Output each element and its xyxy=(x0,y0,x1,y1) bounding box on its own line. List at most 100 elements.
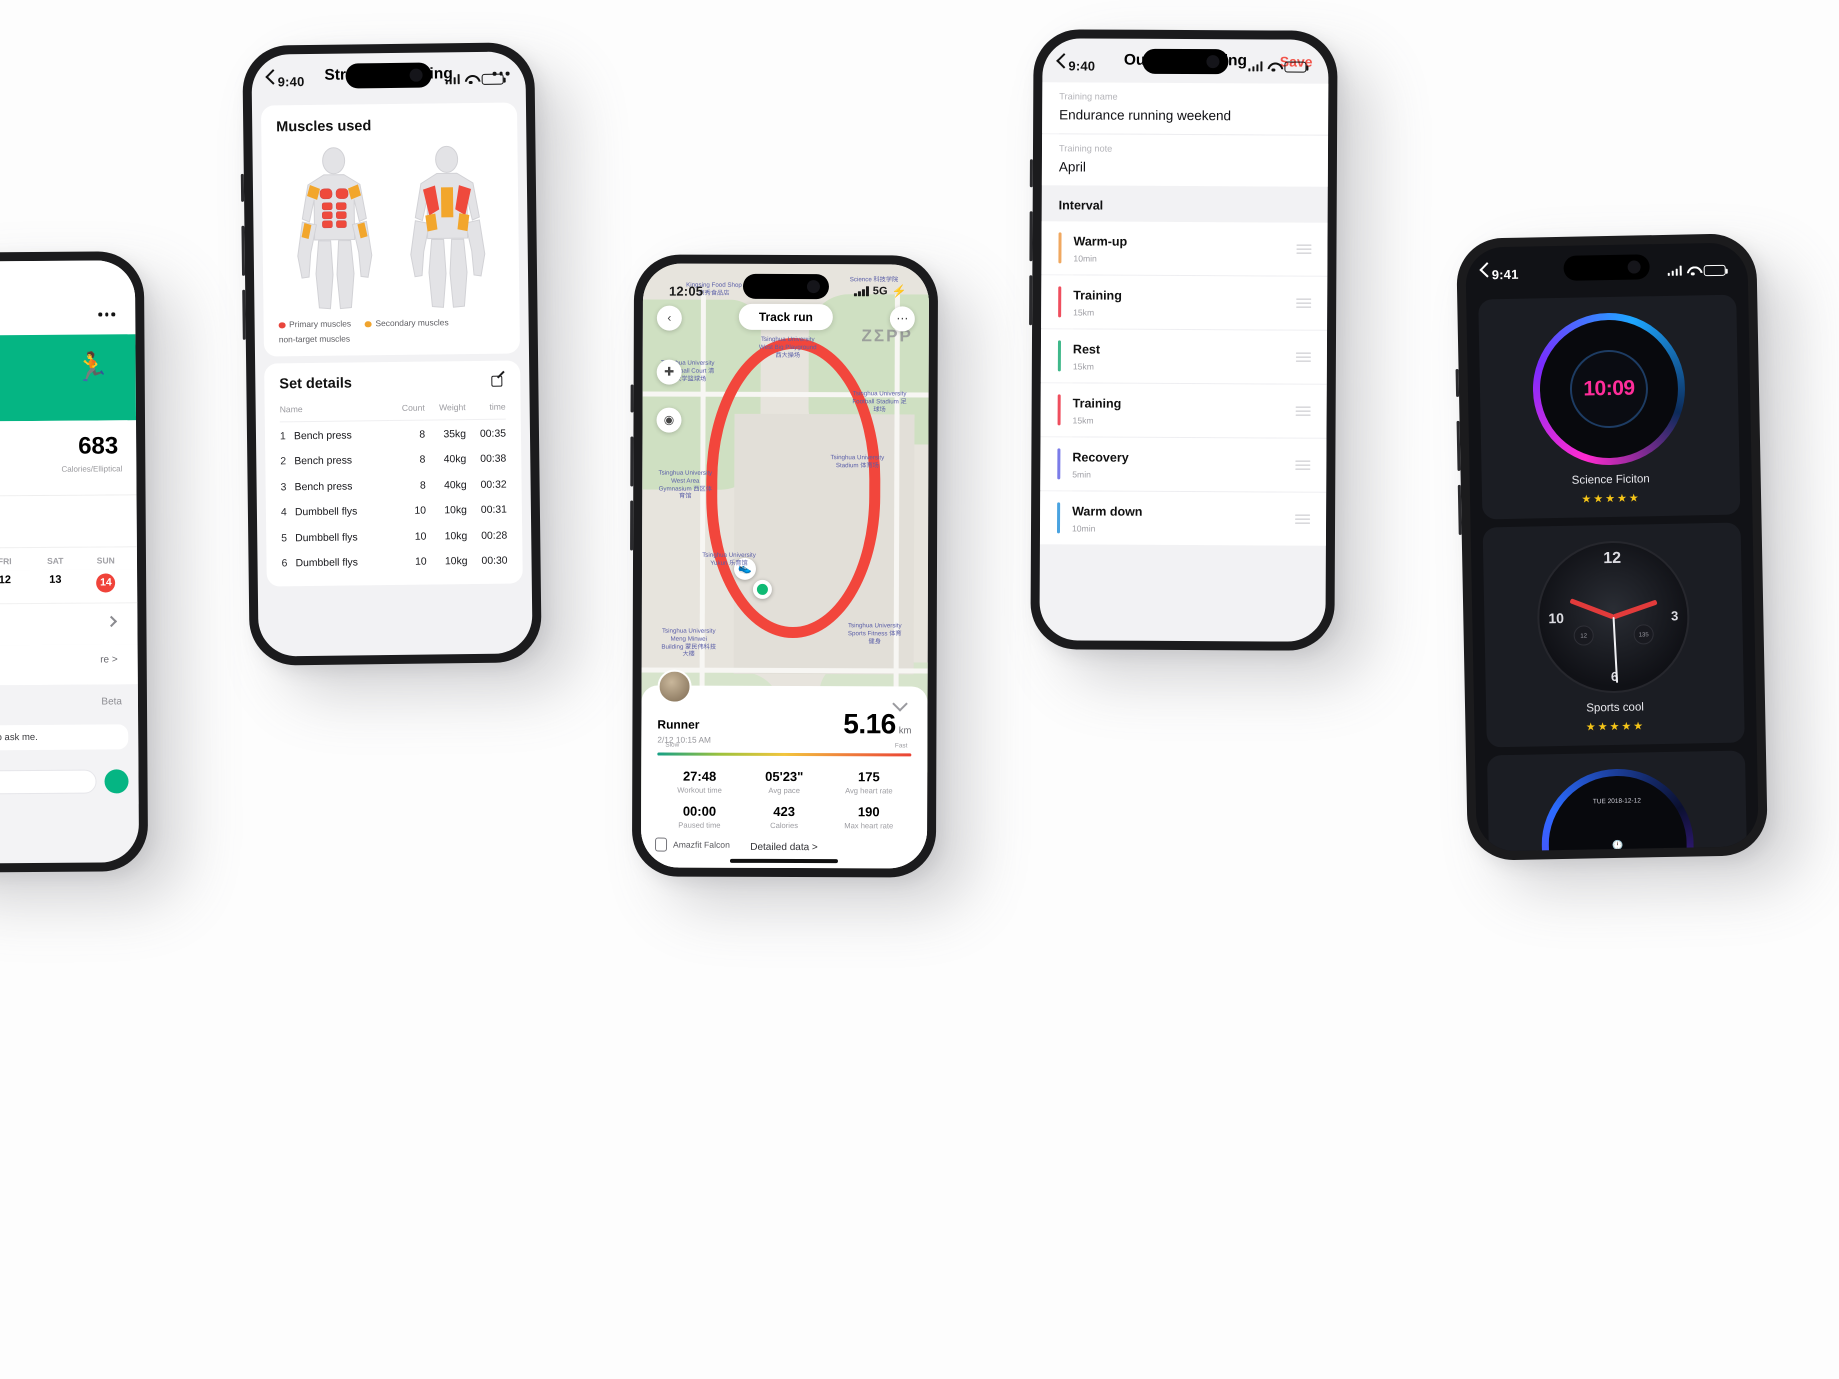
route-path xyxy=(705,337,881,639)
stat-value: 27:48 xyxy=(682,768,717,784)
stat-label: Avg heart rate xyxy=(845,786,893,796)
interval-text-block: Training 15km xyxy=(1073,286,1122,317)
interval-row-warm-down[interactable]: Warm down 10min xyxy=(1039,491,1327,546)
start-point-marker[interactable] xyxy=(752,579,772,599)
map-poi: Tsinghua University Meng Minwei Building… xyxy=(661,627,717,658)
distance-unit: km xyxy=(898,725,912,737)
watch-face-card-sports-cool[interactable]: 12 3 6 10 12 135 Sports cool ★★★★★ xyxy=(1482,522,1745,748)
layers-icon[interactable]: ◉ xyxy=(656,407,682,433)
interval-text-block: Rest 15km xyxy=(1073,340,1100,371)
locate-icon[interactable]: ✚ xyxy=(656,359,682,385)
interval-row-warm-up[interactable]: Warm-up 10min xyxy=(1041,221,1328,276)
interval-sub: 5min xyxy=(1072,469,1091,480)
table-row: 1 Bench press 8 35kg 00:35 xyxy=(279,419,507,450)
table-header-row: Name Count Weight time xyxy=(280,399,506,422)
network-label: 5G xyxy=(872,285,888,298)
pace-scale-fast: Fast xyxy=(894,742,908,750)
stat-cell: 175 Avg heart rate xyxy=(827,769,912,795)
set-time: 00:35 xyxy=(465,419,507,448)
watch-face-card-science-fiction[interactable]: 10:09 Science Ficiton ★★★★★ xyxy=(1478,294,1741,520)
set-name: Dumbbell flys xyxy=(294,506,358,519)
interval-sub: 15km xyxy=(1072,361,1094,372)
cellular-signal-icon xyxy=(1247,61,1263,72)
today-badge: 14 xyxy=(96,573,116,593)
interval-row-rest[interactable]: Rest 15km xyxy=(1040,329,1328,384)
map-poi: Tsinghua University West Area Gymnasium … xyxy=(658,469,713,500)
date-row[interactable]: 12 13 14 xyxy=(0,569,138,604)
more-dots-icon[interactable] xyxy=(98,312,116,317)
table-row: 2 Bench press 8 40kg 00:38 xyxy=(280,447,506,475)
calories-label: Calories/Elliptical xyxy=(61,464,123,474)
training-name-value[interactable]: Endurance running weekend xyxy=(1059,107,1311,123)
training-note-value[interactable]: April xyxy=(1059,159,1311,175)
set-weight: 10kg xyxy=(444,555,468,568)
interval-color-bar xyxy=(1057,394,1061,426)
running-person-icon: 🏃 xyxy=(74,351,110,383)
phone1-more-row[interactable]: re > xyxy=(0,644,138,686)
set-details-title: Set details xyxy=(279,375,352,393)
user-avatar[interactable] xyxy=(657,669,692,704)
phone-mockup-outdoor-running: 9:40 Outdoor running Save Training name … xyxy=(1029,29,1338,651)
phone1-header: oach xyxy=(0,260,136,336)
drag-handle-icon[interactable] xyxy=(1295,352,1311,363)
set-weight: 10kg xyxy=(444,505,467,517)
set-count: 8 xyxy=(389,420,426,449)
send-button[interactable] xyxy=(104,769,129,794)
more-dots-icon[interactable]: ⋯ xyxy=(889,306,915,332)
interval-color-bar xyxy=(1058,286,1062,318)
drag-handle-icon[interactable] xyxy=(1296,244,1312,255)
more-link-label: re > xyxy=(100,654,118,666)
interval-name: Warm-up xyxy=(1073,234,1128,249)
training-note-field[interactable]: Training note April xyxy=(1041,134,1329,187)
interval-sub: 10min xyxy=(1073,253,1097,264)
stats-grid: 27:48 Workout time 05'23" Avg pace 175 Avg … xyxy=(657,769,911,831)
phone-mockup-watch-faces: 9:41 Watch Fa 10:09 Science Ficiton ★★★★… xyxy=(1455,233,1768,861)
date-cell-today[interactable]: 14 xyxy=(81,573,132,593)
map-poi: Tsinghua University Sports Fitness 体育健身 xyxy=(847,622,902,645)
training-note-label: Training note xyxy=(1058,143,1113,154)
interval-row-training-1[interactable]: Training 15km xyxy=(1041,275,1328,330)
pace-scale-slow: Slow xyxy=(665,741,680,749)
interval-row-training-2[interactable]: Training 15km xyxy=(1040,383,1327,438)
drag-handle-icon[interactable] xyxy=(1295,514,1311,525)
drag-handle-icon[interactable] xyxy=(1296,298,1312,309)
phone1-activity-card[interactable]: 🏃 xyxy=(0,334,137,422)
wifi-icon xyxy=(1687,265,1699,275)
date-cell[interactable]: 12 xyxy=(0,574,30,593)
drag-handle-icon[interactable] xyxy=(1295,460,1311,471)
battery-icon xyxy=(481,73,504,85)
edit-icon[interactable] xyxy=(490,374,505,389)
chat-input[interactable] xyxy=(0,769,97,795)
device-name: Amazfit Falcon xyxy=(673,839,730,850)
set-index: 5 xyxy=(281,532,288,544)
drag-handle-icon[interactable] xyxy=(1295,406,1311,417)
date-cell[interactable]: 13 xyxy=(30,574,81,593)
set-count: 8 xyxy=(419,480,426,492)
stat-label: Workout time xyxy=(677,785,722,795)
stat-label: Paused time xyxy=(678,820,721,830)
front-camera-icon xyxy=(1206,55,1220,69)
cellular-signal-icon xyxy=(1667,265,1682,276)
interval-sub: 15km xyxy=(1073,307,1095,318)
watch-face-card-sports-series[interactable]: TUE 2018-12-12 🕛 4300 / 9000 Sports Seri… xyxy=(1486,750,1750,852)
home-indicator xyxy=(729,858,838,864)
set-count: 10 xyxy=(414,531,427,543)
interval-row-recovery[interactable]: Recovery 5min xyxy=(1040,437,1327,492)
phone1-expand-row[interactable] xyxy=(0,602,138,646)
chat-input-bar[interactable] xyxy=(0,768,139,795)
watchface-preview-sports-series-01: TUE 2018-12-12 🕛 4300 / 9000 xyxy=(1540,767,1696,852)
training-name-field[interactable]: Training name Endurance running weekend xyxy=(1042,82,1329,135)
muscles-used-title: Muscles used xyxy=(276,118,372,136)
table-row: 4 Dumbbell flys 10 10kg 00:31 xyxy=(281,498,507,526)
phone-mockup-fitness-coach: oach 🏃 683 Calories/Elliptical alled FRI… xyxy=(0,251,149,873)
track-run-pill[interactable]: Track run xyxy=(738,303,833,331)
front-camera-icon xyxy=(1627,260,1641,274)
interval-sub: 15km xyxy=(1072,415,1094,426)
legend-dot-primary xyxy=(278,321,286,329)
stat-cell: 05'23" Avg pace xyxy=(742,769,827,795)
interval-text-block: Warm down 10min xyxy=(1072,502,1143,533)
back-chevron-icon[interactable]: ‹ xyxy=(656,305,682,331)
legend-dot-secondary xyxy=(364,320,372,328)
watchface-preview-sports-cool: 12 3 6 10 12 135 xyxy=(1535,539,1691,695)
status-time: 9:40 xyxy=(277,73,305,89)
